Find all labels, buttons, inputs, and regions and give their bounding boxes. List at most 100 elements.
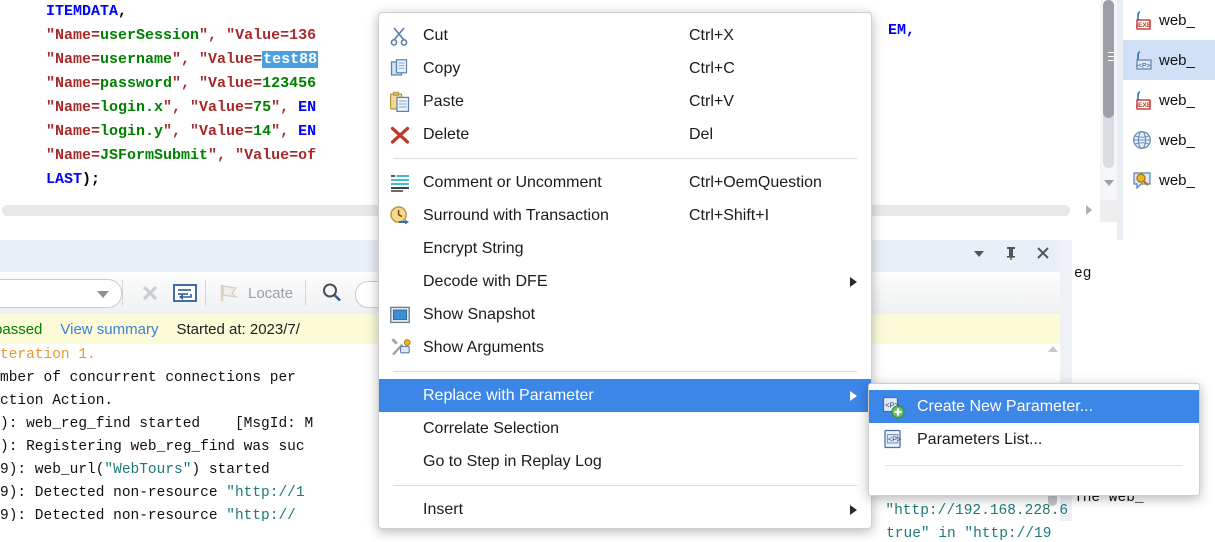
menu-item-surround-with-transaction[interactable]: Surround with Transaction Ctrl+Shift+I <box>379 199 871 232</box>
menu-separator <box>393 485 857 486</box>
editor-vertical-scrollbar[interactable] <box>1100 0 1117 200</box>
web-globe-icon <box>1131 129 1153 151</box>
delete-x-icon <box>389 124 411 146</box>
code-editor-right-fragment: EM, <box>888 22 916 39</box>
parameters-list-icon: <P> <box>881 428 905 452</box>
code-token: LAST <box>46 171 83 188</box>
menu-item-show-arguments[interactable]: Show Arguments <box>379 331 871 364</box>
menu-item-replace-with-parameter[interactable]: Replace with Parameter <box>379 379 871 412</box>
code-token: ", <box>172 75 200 92</box>
log-vscroll-up-arrow-icon[interactable] <box>1048 346 1058 352</box>
log-token: ): web_reg_find started [MsgId: M <box>0 416 314 432</box>
panel-menu-chevron-icon[interactable] <box>970 244 988 262</box>
submenu-arrow-icon <box>850 391 857 401</box>
menu-item-label: Paste <box>423 92 464 110</box>
code-token: "Name= <box>46 123 101 140</box>
menu-item-shortcut: Ctrl+OemQuestion <box>689 173 822 191</box>
panel-pin-icon[interactable] <box>1002 244 1020 262</box>
clear-log-button[interactable] <box>133 279 167 307</box>
snapshot-icon <box>389 304 411 326</box>
copy-icon <box>389 58 411 80</box>
log-filter-combobox[interactable] <box>0 279 122 308</box>
code-token: , <box>118 3 128 20</box>
menu-item-delete[interactable]: Delete Del <box>379 118 871 151</box>
menu-item-paste[interactable]: Paste Ctrl+V <box>379 85 871 118</box>
menu-item-correlate-selection[interactable]: Correlate Selection <box>379 412 871 445</box>
menu-item-cut[interactable]: Cut Ctrl+X <box>379 19 871 52</box>
menu-item-label: Show Arguments <box>423 338 544 356</box>
web-exe-icon: EXE <box>1131 89 1153 111</box>
submenu-separator <box>885 465 1183 466</box>
menu-item-copy[interactable]: Copy Ctrl+C <box>379 52 871 85</box>
submenu-item-parameters-list[interactable]: <P> Parameters List... <box>869 423 1199 456</box>
code-token: "Value= <box>199 51 263 68</box>
tree-item-label: web_ <box>1159 11 1195 29</box>
menu-item-label: Correlate Selection <box>423 419 560 437</box>
svg-text:EXE: EXE <box>1138 22 1152 29</box>
code-token: 75 <box>253 99 272 116</box>
menu-item-encrypt-string[interactable]: Encrypt String <box>379 232 871 265</box>
code-token: userSession <box>100 27 200 44</box>
menu-separator <box>393 158 857 159</box>
tree-item[interactable]: EXE web_ <box>1123 80 1215 120</box>
tree-item[interactable]: web_ <box>1123 120 1215 160</box>
code-token: password <box>100 75 173 92</box>
word-wrap-button[interactable] <box>168 279 202 307</box>
code-token: JSFormSubmit <box>100 147 209 164</box>
web-exe-icon: EXE <box>1131 9 1153 31</box>
menu-item-label: Insert <box>423 500 464 518</box>
log-token: mber of concurrent connections per <box>0 370 296 386</box>
tree-item[interactable]: <P> web_ <box>1123 40 1215 80</box>
locate-label: Locate <box>248 284 294 302</box>
search-button[interactable] <box>315 279 349 307</box>
tree-item[interactable]: EXE web_ <box>1123 0 1215 40</box>
log-token: ction Action. <box>0 393 114 409</box>
view-summary-link[interactable]: View summary <box>60 321 158 338</box>
code-token: "Value=136 <box>226 27 317 44</box>
replace-with-parameter-submenu[interactable]: <P> Create New Parameter... <P> Parameters … <box>868 383 1200 496</box>
submenu-arrow-icon <box>850 505 857 515</box>
hscroll-right-arrow-icon[interactable] <box>1086 205 1092 215</box>
menu-item-go-to-step-in-replay-log[interactable]: Go to Step in Replay Log <box>379 445 871 478</box>
code-token: "Name= <box>46 27 101 44</box>
chevron-down-icon[interactable] <box>97 291 109 298</box>
web-param-icon: <P> <box>1131 49 1153 71</box>
code-token: username <box>100 51 173 68</box>
menu-item-shortcut: Del <box>689 125 714 143</box>
code-token: EN <box>298 123 317 140</box>
code-token: ); <box>82 171 101 188</box>
web-reg-icon <box>1131 169 1153 191</box>
code-token: ", <box>271 99 299 116</box>
menu-item-shortcut: Ctrl+Shift+I <box>689 206 770 224</box>
menu-item-label: Encrypt String <box>423 239 524 257</box>
code-token: "Name= <box>46 147 101 164</box>
menu-item-label: Surround with Transaction <box>423 206 609 224</box>
submenu-item-create-new-parameter[interactable]: <P> Create New Parameter... <box>869 390 1199 423</box>
menu-item-insert[interactable]: Insert <box>379 493 871 526</box>
menu-item-decode-with-dfe[interactable]: Decode with DFE <box>379 265 871 298</box>
vscroll-thumb[interactable] <box>1103 0 1115 118</box>
svg-text:<P>: <P> <box>1138 62 1151 69</box>
menu-item-label: Delete <box>423 125 470 143</box>
code-token: "Name= <box>46 75 101 92</box>
code-token: "Value= <box>190 123 254 140</box>
started-at-text: Started at: 2023/7/ <box>176 320 300 338</box>
vscroll-down-arrow-icon[interactable] <box>1104 180 1114 186</box>
code-token: "Name= <box>46 99 101 116</box>
log-tail-url-2: true" in "http://19 <box>877 526 1052 542</box>
menu-item-comment-or-uncomment[interactable]: Comment or Uncomment Ctrl+OemQuestion <box>379 166 871 199</box>
menu-item-show-snapshot[interactable]: Show Snapshot <box>379 298 871 331</box>
step-tree-panel[interactable]: EXE web_ <P> web_ EXE web_ web_ web_ <box>1123 0 1215 240</box>
svg-text:<P>: <P> <box>888 434 901 443</box>
menu-item-label: Replace with Parameter <box>423 386 594 404</box>
scissors-icon <box>389 25 411 47</box>
code-token: "Name= <box>46 51 101 68</box>
tree-item-label: web_ <box>1159 51 1195 69</box>
tree-item[interactable]: web_ <box>1123 160 1215 200</box>
panel-close-icon[interactable] <box>1034 244 1052 262</box>
code-token: "Value=of <box>235 147 317 164</box>
editor-context-menu[interactable]: Cut Ctrl+X Copy Ctrl+C Paste Ctrl+V Delete Del C… <box>378 12 872 529</box>
locate-button[interactable]: Locate <box>215 279 293 307</box>
toolbar-separator-2 <box>205 280 206 306</box>
code-token: ", <box>199 27 227 44</box>
